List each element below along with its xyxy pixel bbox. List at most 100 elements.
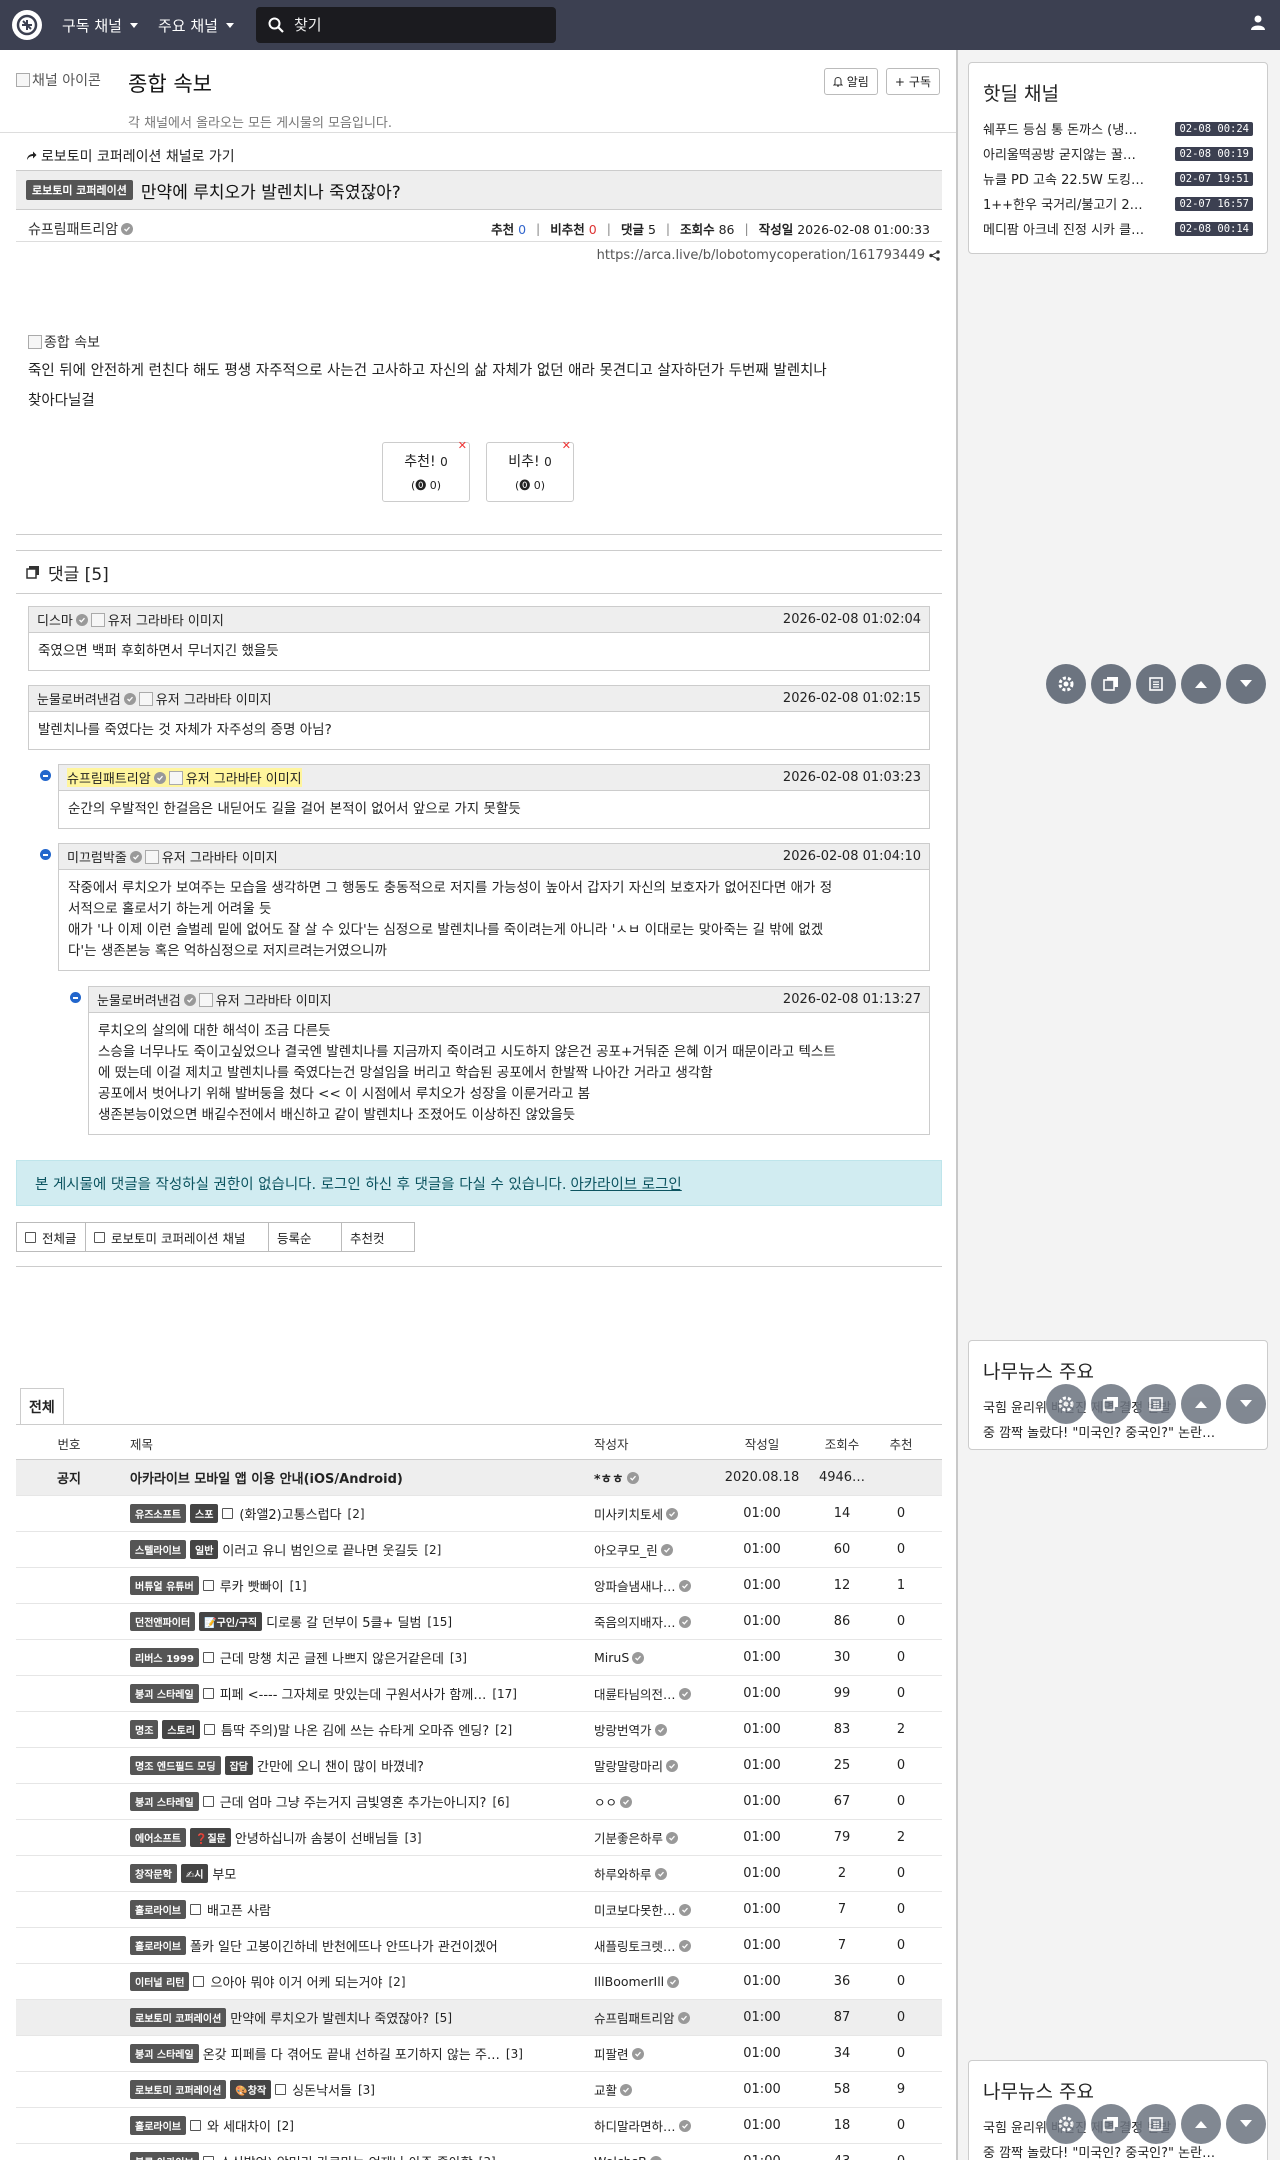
scroll-bottom-button[interactable]: [1226, 1384, 1266, 1424]
row-author[interactable]: 교활: [594, 2080, 714, 2099]
hotdeal-item[interactable]: 쉐푸드 등심 통 돈까스 (냉… 02-08 00:24: [969, 116, 1267, 141]
comments-jump-button[interactable]: [1091, 2104, 1131, 2144]
table-row[interactable]: 블루 아카이브 소신발언) 앞머리 가르마는 언제나 아주 좋아함 [3] Welch…: [16, 2144, 942, 2160]
table-row[interactable]: 던전앤파이터 📝구인/구직 디로롱 갈 던부이 5클+ 딜범 [15] 죽음의지배자… 0…: [16, 1604, 942, 1640]
table-row[interactable]: 명조 엔드필드 모딩 잡담 간만에 오니 챈이 많이 바꼈네? 말랑말랑마리 01:00…: [16, 1748, 942, 1784]
tab-sort-recommended[interactable]: 추천컷: [341, 1222, 415, 1252]
list-jump-button[interactable]: [1136, 2104, 1176, 2144]
article-url-link[interactable]: https://arca.live/b/lobotomycoperation/1…: [597, 248, 925, 263]
scroll-top-button[interactable]: [1181, 2104, 1221, 2144]
table-row[interactable]: 홀로라이브 와 세대차이 [2] 하디말라면하… 01:00 18 0: [16, 2108, 942, 2144]
row-category-badge[interactable]: 스포: [190, 1504, 219, 1523]
comment-author[interactable]: 눈물로버려낸검 유저 그라바타 이미지: [97, 990, 332, 1009]
alarm-button[interactable]: 알림: [823, 68, 878, 95]
row-author[interactable]: 대륜타님의전…: [594, 1684, 714, 1703]
table-row[interactable]: 에어소프트 ❓질문 안녕하십니까 솜붕이 선배님들 [3] 기분좋은하루 01:00 79 2: [16, 1820, 942, 1856]
row-author[interactable]: MiruS: [594, 1650, 714, 1665]
row-category-badge[interactable]: 붕괴 스타레일: [130, 2044, 199, 2063]
table-row[interactable]: 붕괴 스타레일 온갖 피페를 다 겪어도 끝내 선하길 포기하지 않는 주… [3]…: [16, 2036, 942, 2072]
share-icon[interactable]: [929, 250, 940, 261]
row-category-badge[interactable]: 유즈소프트: [130, 1504, 186, 1523]
scroll-bottom-button[interactable]: [1226, 664, 1266, 704]
row-category-badge[interactable]: 홀로라이브: [130, 2116, 186, 2135]
table-row[interactable]: 버튜얼 유튜버 루카 빳빠이 [1] 앙파슬냄새나… 01:00 12 1: [16, 1568, 942, 1604]
row-category-badge[interactable]: 던전앤파이터: [130, 1612, 196, 1631]
row-category-badge[interactable]: 붕괴 스타레일: [130, 1684, 199, 1703]
row-category-badge[interactable]: 명조: [130, 1720, 159, 1739]
row-category-badge[interactable]: 홀로라이브: [130, 1936, 186, 1955]
row-category-badge[interactable]: ❓질문: [190, 1828, 231, 1847]
table-row[interactable]: 홀로라이브 폴카 일단 고봉이긴하네 반천에뜨나 안뜨나가 관건이겠어 새플링토크렛…: [16, 1928, 942, 1964]
tab-sort-registered[interactable]: 등록순: [268, 1222, 342, 1252]
table-row[interactable]: 이터널 리턴 으아아 뭐야 이거 어케 되는거야 [2] IllBoomerIll 01…: [16, 1964, 942, 2000]
back-to-channel-link[interactable]: 로보토미 코퍼레이션 채널로 가기: [26, 146, 235, 166]
hotdeal-item[interactable]: 메디팜 아크네 진정 시카 클… 02-08 00:14: [969, 216, 1267, 241]
login-link[interactable]: 아카라이브 로그인: [570, 1173, 681, 1194]
row-author[interactable]: 피팔련: [594, 2044, 714, 2063]
row-category-badge[interactable]: 로보토미 코퍼레이션: [130, 2080, 227, 2099]
row-category-badge[interactable]: 버튜얼 유튜버: [130, 1576, 199, 1595]
row-category-badge[interactable]: 블루 아카이브: [130, 2152, 199, 2160]
row-category-badge[interactable]: 로보토미 코퍼레이션: [130, 2008, 227, 2027]
comments-jump-button[interactable]: [1091, 1384, 1131, 1424]
row-author[interactable]: 미코보다못한…: [594, 1900, 714, 1919]
row-author[interactable]: ㅇㅇ: [594, 1792, 714, 1811]
comment-author[interactable]: 미끄럼박줄 유저 그라바타 이미지: [67, 847, 278, 866]
vote-down-button[interactable]: ✕ 비추! 0 (⓿ 0): [486, 439, 574, 502]
row-category-badge[interactable]: 창작문학: [130, 1864, 177, 1883]
article-category-badge[interactable]: 로보토미 코퍼레이션: [26, 180, 133, 200]
table-row[interactable]: 로보토미 코퍼레이션 🎨창작 싱돈낙서들 [3] 교활 01:00 58 9: [16, 2072, 942, 2108]
row-category-badge[interactable]: 명조 엔드필드 모딩: [130, 1756, 221, 1775]
row-category-badge[interactable]: 에어소프트: [130, 1828, 186, 1847]
tab-all-posts[interactable]: 전체글: [16, 1222, 86, 1252]
settings-button[interactable]: [1046, 1384, 1086, 1424]
subscribed-channels-menu[interactable]: 구독 채널: [62, 15, 138, 36]
scroll-top-button[interactable]: [1181, 1384, 1221, 1424]
scroll-bottom-button[interactable]: [1226, 2104, 1266, 2144]
row-author[interactable]: 말랑말랑마리: [594, 1756, 714, 1775]
row-category-badge[interactable]: 📝구인/구직: [199, 1612, 263, 1631]
row-author[interactable]: 하루와하루: [594, 1864, 714, 1883]
hotdeal-item[interactable]: 아리울떡공방 굳지않는 꿀… 02-08 00:19: [969, 141, 1267, 166]
row-category-badge[interactable]: 리버스 1999: [130, 1648, 199, 1667]
settings-button[interactable]: [1046, 664, 1086, 704]
search-input[interactable]: [293, 16, 534, 34]
row-author[interactable]: 하디말라면하…: [594, 2116, 714, 2135]
row-author[interactable]: 미사키치토세: [594, 1504, 714, 1523]
table-row[interactable]: 붕괴 스타레일 근데 엄마 그냥 주는거지 금빛영혼 추가는아니지? [6] ㅇㅇ 01…: [16, 1784, 942, 1820]
hotdeal-item[interactable]: 1++한우 국거리/불고기 2… 02-07 16:57: [969, 191, 1267, 216]
table-row[interactable]: 리버스 1999 근데 망챙 치곤 글젠 나쁘지 않은거같은데 [3] MiruS 01…: [16, 1640, 942, 1676]
subscribe-button[interactable]: + 구독: [885, 68, 940, 95]
row-category-badge[interactable]: 홀로라이브: [130, 1900, 186, 1919]
table-row[interactable]: 로보토미 코퍼레이션 만약에 루치오가 발렌치나 죽였잖아? [5] 슈프림패트리암 0…: [16, 2000, 942, 2036]
main-channels-menu[interactable]: 주요 채널: [158, 15, 234, 36]
article-author[interactable]: 슈프림패트리암: [28, 219, 134, 239]
comment-author[interactable]: 눈물로버려낸검 유저 그라바타 이미지: [37, 689, 272, 708]
table-row[interactable]: 홀로라이브 배고픈 사람 미코보다못한… 01:00 7 0: [16, 1892, 942, 1928]
hotdeal-item[interactable]: 뉴클 PD 고속 22.5W 도킹… 02-07 19:51: [969, 166, 1267, 191]
row-author[interactable]: 방랑번역가: [594, 1720, 714, 1739]
settings-button[interactable]: [1046, 2104, 1086, 2144]
row-category-badge[interactable]: 스토리: [162, 1720, 201, 1739]
vote-up-button[interactable]: ✕ 추천! 0 (⓿ 0): [382, 439, 470, 502]
list-jump-button[interactable]: [1136, 1384, 1176, 1424]
row-category-badge[interactable]: ✍시: [180, 1864, 209, 1883]
row-category-badge[interactable]: 붕괴 스타레일: [130, 1792, 199, 1811]
row-author[interactable]: WelchsB: [594, 2154, 714, 2160]
search-icon[interactable]: [268, 17, 284, 33]
comments-jump-button[interactable]: [1091, 664, 1131, 704]
site-logo-icon[interactable]: [12, 10, 42, 40]
scroll-top-button[interactable]: [1181, 664, 1221, 704]
row-author[interactable]: 앙파슬냄새나…: [594, 1576, 714, 1595]
row-category-badge[interactable]: 일반: [190, 1540, 219, 1559]
row-category-badge[interactable]: 잡담: [224, 1756, 253, 1775]
comment-author[interactable]: 슈프림패트리암 유저 그라바타 이미지: [67, 768, 302, 787]
row-author[interactable]: IllBoomerIll: [594, 1974, 714, 1989]
table-row[interactable]: 유즈소프트 스포 (화앨2)고통스럽다 [2] 미사키치토세 01:00 14 0: [16, 1496, 942, 1532]
row-author[interactable]: 새플링토크렛…: [594, 1936, 714, 1955]
board-tab-all[interactable]: 전체: [20, 1388, 64, 1424]
table-row[interactable]: 붕괴 스타레일 피페 <---- 그자체로 맛있는데 구원서사가 함께… [17] 대…: [16, 1676, 942, 1712]
table-row[interactable]: 스텔라이브 일반 이러고 유니 범인으로 끝나면 웃길듯 [2] 아오쿠모_린 01:00…: [16, 1532, 942, 1568]
row-category-badge[interactable]: 스텔라이브: [130, 1540, 186, 1559]
row-category-badge[interactable]: 🎨창작: [230, 2080, 272, 2099]
